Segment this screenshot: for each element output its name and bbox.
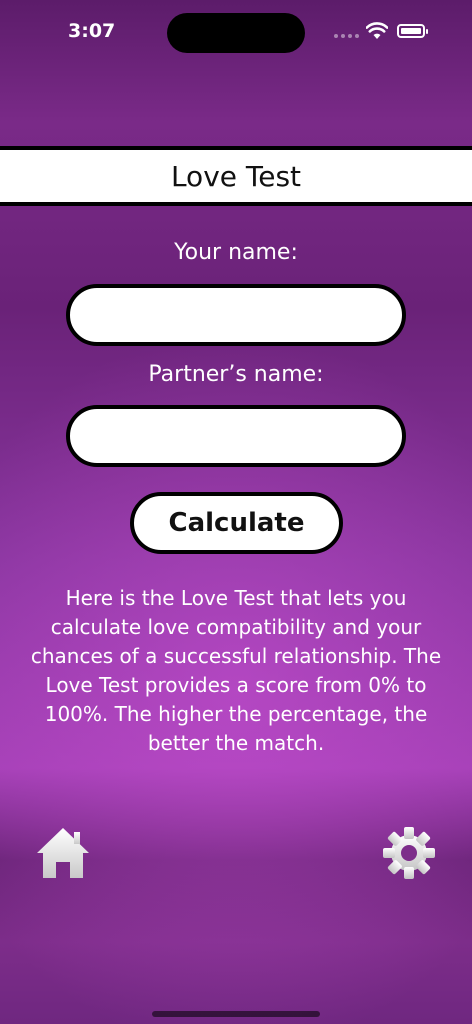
home-indicator [152, 1011, 320, 1017]
description-text: Here is the Love Test that lets you calc… [30, 586, 442, 755]
status-bar: 3:07 [0, 0, 472, 64]
dynamic-island [167, 13, 305, 53]
page-title: Love Test [170, 159, 302, 193]
title-bar: Love Test [0, 146, 472, 206]
your-name-label: Your name: [174, 240, 298, 265]
partner-name-input[interactable] [66, 405, 406, 467]
calculate-button[interactable]: Calculate [130, 492, 343, 554]
gear-icon[interactable] [382, 826, 436, 880]
battery-icon [397, 24, 428, 38]
signal-icon [334, 34, 359, 38]
partner-name-label: Partner’s name: [148, 362, 324, 387]
status-time: 3:07 [68, 20, 116, 42]
home-icon[interactable] [36, 826, 90, 880]
calculate-button-label: Calculate [168, 508, 305, 538]
wifi-icon [366, 22, 388, 39]
your-name-input[interactable] [66, 284, 406, 346]
